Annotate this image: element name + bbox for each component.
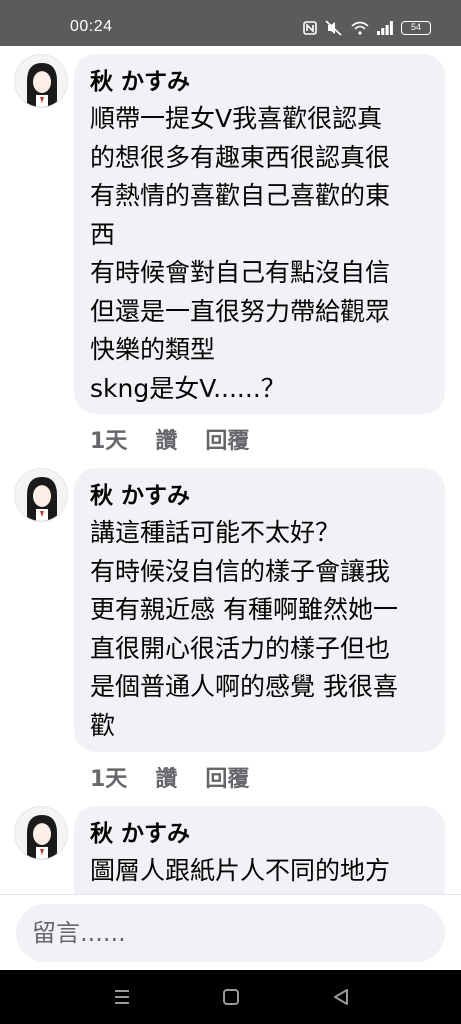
comment-text: 圖層人跟紙片人不同的地方 [90, 856, 391, 885]
comment-bubble[interactable]: 秋 かすみ 講這種話可能不太好？ 有時候沒自信的樣子會讓我 更有親近感 有種啊雖… [74, 468, 445, 752]
comment-bubble[interactable]: 秋 かすみ 順帶一提女V我喜歡很認真 的想很多有趣東西很認真很 有熱情的喜歡自己… [74, 54, 445, 414]
reply-button[interactable]: 回覆 [205, 423, 249, 455]
nfc-icon [303, 21, 317, 35]
avatar[interactable] [14, 468, 68, 522]
home-icon[interactable] [219, 985, 243, 1009]
comment-input[interactable] [16, 904, 445, 962]
status-time: 00:24 [70, 18, 113, 35]
status-icons: 54 [303, 19, 431, 37]
comment-bubble[interactable]: 秋 かすみ 圖層人跟紙片人不同的地方 [74, 806, 445, 896]
battery-icon: 54 [401, 21, 431, 35]
like-button[interactable]: 讚 [155, 423, 177, 455]
avatar-illustration [15, 55, 67, 107]
like-button[interactable]: 讚 [155, 761, 177, 793]
wifi-icon [351, 21, 369, 35]
comment-author[interactable]: 秋 かすみ [90, 66, 429, 100]
avatar-illustration [15, 469, 67, 521]
signal-icon [377, 21, 393, 35]
mute-icon [325, 20, 342, 36]
comment-text: 講這種話可能不太好？ 有時候沒自信的樣子會讓我 更有親近感 有種啊雖然她一 直很… [90, 518, 398, 740]
comment-actions: 1天 讚 回覆 [90, 423, 249, 455]
comment-text: 順帶一提女V我喜歡很認真 的想很多有趣東西很認真很 有熱情的喜歡自己喜歡的東 西… [90, 104, 391, 403]
comment-actions: 1天 讚 回覆 [90, 761, 249, 793]
comment-time[interactable]: 1天 [90, 761, 127, 793]
avatar-illustration [15, 807, 67, 859]
avatar[interactable] [14, 54, 68, 108]
comment-time[interactable]: 1天 [90, 423, 127, 455]
battery-level: 54 [410, 22, 421, 32]
comment-author[interactable]: 秋 かすみ [90, 818, 429, 852]
system-nav-bar [0, 970, 461, 1024]
reply-button[interactable]: 回覆 [205, 761, 249, 793]
back-icon[interactable] [329, 985, 353, 1009]
menu-icon[interactable] [110, 985, 134, 1009]
avatar[interactable] [14, 806, 68, 860]
comments-feed[interactable]: 秋 かすみ 順帶一提女V我喜歡很認真 的想很多有趣東西很認真很 有熱情的喜歡自己… [0, 46, 461, 896]
comment-composer [0, 894, 461, 970]
comment-author[interactable]: 秋 かすみ [90, 480, 429, 514]
status-bar: 00:24 54 [0, 0, 461, 46]
